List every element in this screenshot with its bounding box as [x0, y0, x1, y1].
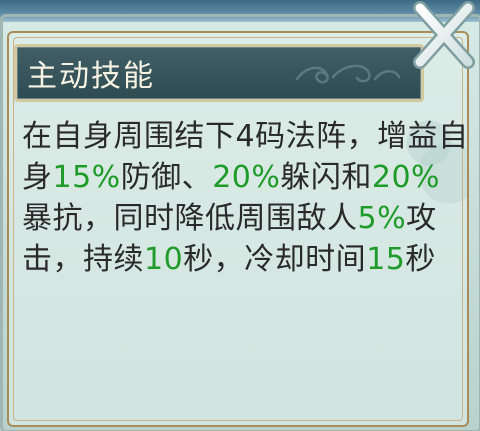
skill-description-text: 防御、 — [120, 160, 213, 195]
skill-description-text: 秒，冷却时间 — [183, 242, 367, 277]
cloud-swirl-icon — [295, 64, 401, 84]
skill-type-title: 主动技能 — [27, 59, 155, 94]
skill-title-bar: 主动技能 — [14, 44, 424, 102]
close-x-icon — [413, 1, 475, 69]
skill-value-highlight: 20% — [371, 160, 441, 195]
skill-description-text: 暴抗，同时降低周围敌人 — [22, 201, 358, 236]
skill-value-highlight: 10 — [144, 242, 184, 277]
close-button[interactable] — [406, 0, 480, 74]
skill-value-highlight: 20% — [212, 160, 281, 195]
skill-description-text: 躲闪和 — [280, 160, 372, 195]
skill-value-highlight: 15% — [52, 160, 121, 195]
skill-description-text: 秒 — [405, 242, 436, 277]
skill-value-highlight: 15 — [366, 242, 406, 277]
skill-value-highlight: 5% — [357, 201, 407, 236]
skill-description: 在自身周围结下4码法阵，增益自身15%防御、20%躲闪和20%暴抗，同时降低周围… — [22, 116, 470, 280]
skill-tooltip-window: 主动技能 在自身周围结下4码法阵，增益自身15%防御、20%躲闪和20%暴抗，同… — [0, 0, 480, 431]
